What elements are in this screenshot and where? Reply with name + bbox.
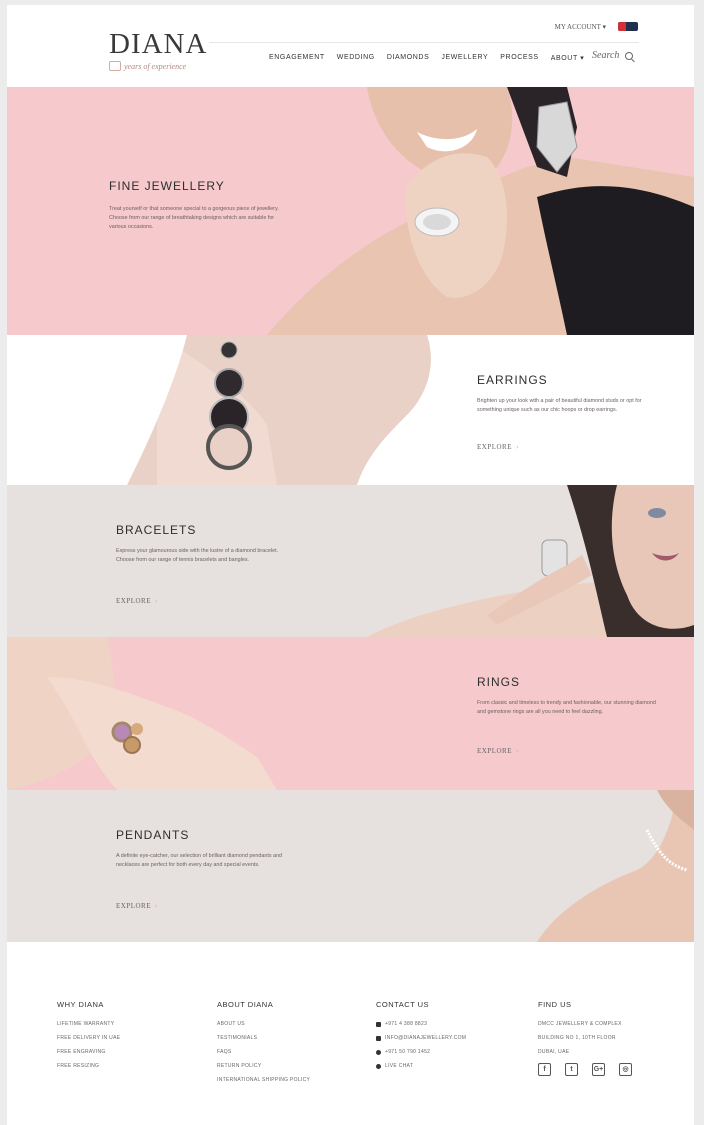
footer-whatsapp-text: +971 50 790 1452 xyxy=(385,1049,431,1055)
nav-diamonds[interactable]: DIAMONDS xyxy=(387,54,430,62)
footer-address-line: DUBAI, UAE xyxy=(538,1049,570,1055)
social-links: f t G+ ◎ xyxy=(538,1063,632,1076)
footer-phone[interactable]: +971 4 388 8823 xyxy=(376,1021,466,1027)
main-nav: ENGAGEMENT WEDDING DIAMONDS JEWELLERY PR… xyxy=(269,54,584,62)
section-earrings: EARRINGS Brighten up your look with a pa… xyxy=(7,335,694,485)
footer-link[interactable]: RETURN POLICY xyxy=(217,1063,310,1069)
footer-whatsapp[interactable]: +971 50 790 1452 xyxy=(376,1049,466,1055)
chevron-right-icon: › xyxy=(516,443,519,451)
earrings-desc: Brighten up your look with a pair of bea… xyxy=(477,398,642,413)
footer-link[interactable]: ABOUT US xyxy=(217,1021,310,1027)
fine-jewellery-desc: Treat yourself or that someone special t… xyxy=(109,206,279,230)
section-bracelets: BRACELETS Express your glamourous side w… xyxy=(7,485,694,637)
footer-link[interactable]: FAQS xyxy=(217,1049,310,1055)
nav-process[interactable]: PROCESS xyxy=(500,54,538,62)
site-header: DIANA years of experience MY ACCOUNT ▾ E… xyxy=(7,5,694,87)
footer-live-chat[interactable]: LIVE CHAT xyxy=(376,1063,466,1069)
nav-jewellery[interactable]: JEWELLERY xyxy=(441,54,488,62)
earrings-title: EARRINGS xyxy=(477,373,548,387)
search-label[interactable]: Search xyxy=(592,50,619,61)
earrings-explore-label: EXPLORE xyxy=(477,443,512,451)
chevron-right-icon: › xyxy=(516,747,519,755)
topbar: MY ACCOUNT ▾ xyxy=(555,22,638,31)
chat-icon xyxy=(376,1063,381,1069)
section-rings: RINGS From classic and timeless to trend… xyxy=(7,637,694,790)
footer-email-text: INFO@DIANAJEWELLERY.COM xyxy=(385,1035,467,1041)
pendants-model-photo xyxy=(537,790,694,942)
pendants-explore-label: EXPLORE xyxy=(116,902,151,910)
bracelets-explore-link[interactable]: EXPLORE › xyxy=(116,597,158,605)
footer-about-diana: ABOUT DIANA ABOUT US TESTIMONIALS FAQS R… xyxy=(217,1000,310,1091)
flag-icon[interactable] xyxy=(618,22,638,31)
footer-link[interactable]: LIFETIME WARRANTY xyxy=(57,1021,120,1027)
rings-desc: From classic and timeless to trendy and … xyxy=(477,700,656,715)
mail-icon xyxy=(376,1035,381,1041)
nav-engagement[interactable]: ENGAGEMENT xyxy=(269,54,325,62)
footer-why-diana: WHY DIANA LIFETIME WARRANTY FREE DELIVER… xyxy=(57,1000,120,1077)
earrings-model-photo xyxy=(7,335,431,485)
footer-why-title: WHY DIANA xyxy=(57,1000,104,1009)
pendants-title: PENDANTS xyxy=(116,828,190,842)
pendants-explore-link[interactable]: EXPLORE › xyxy=(116,902,158,910)
header-divider xyxy=(209,42,639,43)
bracelets-model-photo xyxy=(367,485,694,637)
footer-contact-us: CONTACT US +971 4 388 8823 INFO@DIANAJEW… xyxy=(376,1000,466,1077)
footer-link[interactable]: TESTIMONIALS xyxy=(217,1035,310,1041)
footer-link[interactable]: FREE RESIZING xyxy=(57,1063,120,1069)
footer-link[interactable]: FREE DELIVERY IN UAE xyxy=(57,1035,120,1041)
footer-about-title: ABOUT DIANA xyxy=(217,1000,274,1009)
bracelets-title: BRACELETS xyxy=(116,523,197,537)
search-icon[interactable] xyxy=(625,51,634,60)
fine-jewellery-title: FINE JEWELLERY xyxy=(109,179,225,193)
rings-explore-link[interactable]: EXPLORE › xyxy=(477,747,519,755)
rings-explore-label: EXPLORE xyxy=(477,747,512,755)
logo-tagline-text: years of experience xyxy=(124,61,187,71)
phone-icon xyxy=(376,1021,381,1027)
chevron-right-icon: › xyxy=(155,597,158,605)
pendants-desc: A definite eye-catcher, our selection of… xyxy=(116,853,283,868)
footer-address-line: DMCC JEWELLERY & COMPLEX xyxy=(538,1021,622,1027)
google-plus-icon[interactable]: G+ xyxy=(592,1063,605,1076)
logo-name: DIANA xyxy=(109,28,208,60)
instagram-icon[interactable]: ◎ xyxy=(619,1063,632,1076)
ring-icon xyxy=(109,61,121,71)
footer-find-us: FIND US DMCC JEWELLERY & COMPLEX BUILDIN… xyxy=(538,1000,632,1076)
logo[interactable]: DIANA years of experience xyxy=(109,29,207,71)
hero-fine-jewellery: FINE JEWELLERY Treat yourself or that so… xyxy=(7,87,694,335)
hero-model-photo xyxy=(267,87,694,335)
earrings-explore-link[interactable]: EXPLORE › xyxy=(477,443,519,451)
footer-link[interactable]: INTERNATIONAL SHIPPING POLICY xyxy=(217,1077,310,1083)
footer-link[interactable]: FREE ENGRAVING xyxy=(57,1049,120,1055)
footer-contact-title: CONTACT US xyxy=(376,1000,430,1009)
nav-wedding[interactable]: WEDDING xyxy=(337,54,375,62)
page: DIANA years of experience MY ACCOUNT ▾ E… xyxy=(7,5,694,1125)
nav-about[interactable]: ABOUT ▾ xyxy=(551,54,585,62)
footer-phone-text: +971 4 388 8823 xyxy=(385,1021,428,1027)
footer-live-chat-text: LIVE CHAT xyxy=(385,1063,414,1069)
logo-tagline: years of experience xyxy=(109,61,207,71)
footer-address-line: BUILDING NO 1, 10TH FLOOR xyxy=(538,1035,616,1041)
rings-title: RINGS xyxy=(477,675,521,689)
whatsapp-icon xyxy=(376,1049,381,1055)
footer-find-title: FIND US xyxy=(538,1000,572,1009)
search[interactable]: Search xyxy=(592,50,634,61)
rings-model-photo xyxy=(7,637,277,790)
my-account-menu[interactable]: MY ACCOUNT ▾ xyxy=(555,23,606,31)
bracelets-explore-label: EXPLORE xyxy=(116,597,151,605)
facebook-icon[interactable]: f xyxy=(538,1063,551,1076)
footer-email[interactable]: INFO@DIANAJEWELLERY.COM xyxy=(376,1035,466,1041)
section-pendants: PENDANTS A definite eye-catcher, our sel… xyxy=(7,790,694,942)
chevron-right-icon: › xyxy=(155,902,158,910)
site-footer: WHY DIANA LIFETIME WARRANTY FREE DELIVER… xyxy=(7,942,694,1125)
bracelets-desc: Express your glamourous side with the lu… xyxy=(116,548,279,563)
twitter-icon[interactable]: t xyxy=(565,1063,578,1076)
